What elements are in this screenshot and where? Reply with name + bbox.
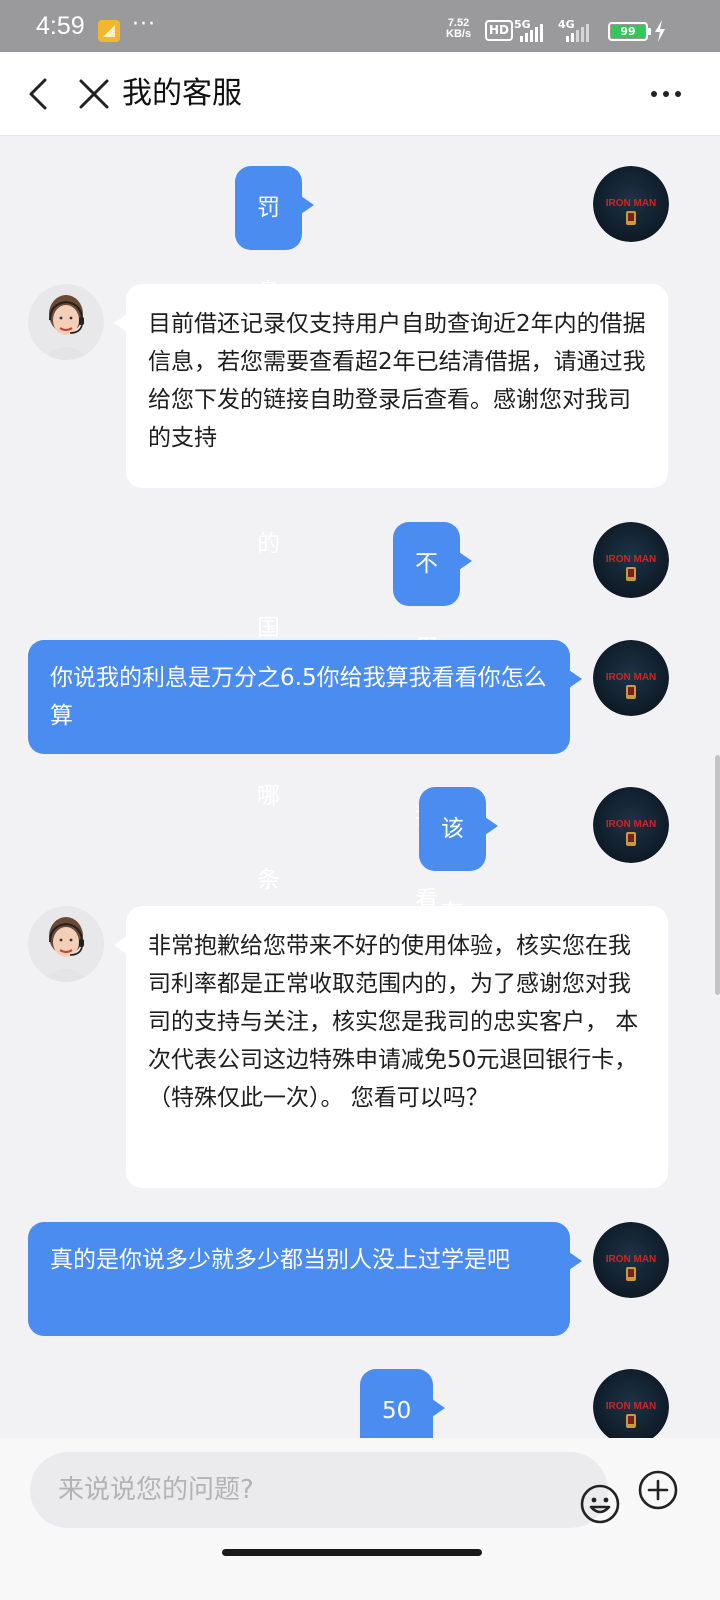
emoji-icon[interactable] (578, 1482, 622, 1526)
agent-avatar[interactable] (28, 906, 104, 982)
page-title: 我的客服 (122, 76, 242, 111)
agent-message-bubble[interactable]: 非常抱歉给您带来不好的使用体验，核实您在我司利率都是正常收取范围内的，为了感谢您… (114, 906, 668, 1188)
more-notifications-icon: ··· (132, 12, 156, 37)
add-attachment-icon[interactable] (636, 1468, 680, 1512)
scrollbar[interactable] (715, 755, 720, 995)
user-message-bubble[interactable]: 你说我的利息是万分之6.5你给我算我看看你怎么算 (28, 640, 582, 754)
home-indicator[interactable] (222, 1549, 482, 1556)
message-input-container[interactable] (30, 1452, 620, 1528)
user-avatar[interactable]: IRON MAN (593, 640, 669, 716)
user-avatar-label: IRON MAN (606, 554, 657, 565)
status-bar: 4:59 ··· 7.52 KB/s HD 5G 4G 99 (0, 0, 720, 52)
signal-icon (520, 24, 543, 42)
input-bar (0, 1438, 720, 1600)
charging-icon (655, 20, 665, 42)
more-options-icon[interactable] (648, 76, 684, 112)
user-avatar-label: IRON MAN (606, 672, 657, 683)
chat-message-list[interactable]: 罚息是按的国家哪条法律 IRON MAN 目前借还记录仅支持用 (0, 137, 720, 1438)
user-avatar-label: IRON MAN (606, 1254, 657, 1265)
user-avatar[interactable]: IRON MAN (593, 1222, 669, 1298)
user-avatar-label: IRON MAN (606, 1401, 657, 1412)
user-avatar-label: IRON MAN (606, 198, 657, 209)
user-message-bubble[interactable]: 真的是你说多少就多少都当别人没上过学是吧 (28, 1222, 582, 1336)
agent-avatar[interactable] (28, 284, 104, 360)
signal-icon-2 (566, 24, 589, 42)
app-header: 我的客服 (0, 52, 720, 136)
user-avatar[interactable]: IRON MAN (593, 522, 669, 598)
user-message-bubble[interactable]: 50元你搞笑呢 (360, 1369, 446, 1438)
user-avatar[interactable]: IRON MAN (593, 1369, 669, 1438)
user-message-bubble[interactable]: 罚息是按的国家哪条法律 (235, 166, 314, 1061)
back-icon[interactable] (20, 74, 60, 114)
battery-icon: 99 (608, 22, 651, 41)
user-message-bubble[interactable]: 该有罚息 (419, 787, 498, 1094)
user-avatar-label: IRON MAN (606, 819, 657, 830)
agent-message-bubble[interactable]: 目前借还记录仅支持用户自助查询近2年内的借据信息，若您需要查看超2年已结清借据，… (114, 284, 668, 488)
network-speed-unit: KB/s (446, 28, 472, 40)
notification-app-icon (98, 20, 120, 42)
battery-level: 99 (611, 25, 645, 38)
close-icon[interactable] (74, 74, 114, 114)
status-time: 4:59 (36, 12, 85, 40)
message-input[interactable] (58, 1470, 538, 1510)
user-avatar[interactable]: IRON MAN (593, 787, 669, 863)
user-avatar[interactable]: IRON MAN (593, 166, 669, 242)
network-speed: 7.52 KB/s (446, 18, 471, 40)
user-message-bubble[interactable]: 不用给我看 (393, 522, 472, 913)
hd-voice-icon: HD (485, 20, 514, 41)
